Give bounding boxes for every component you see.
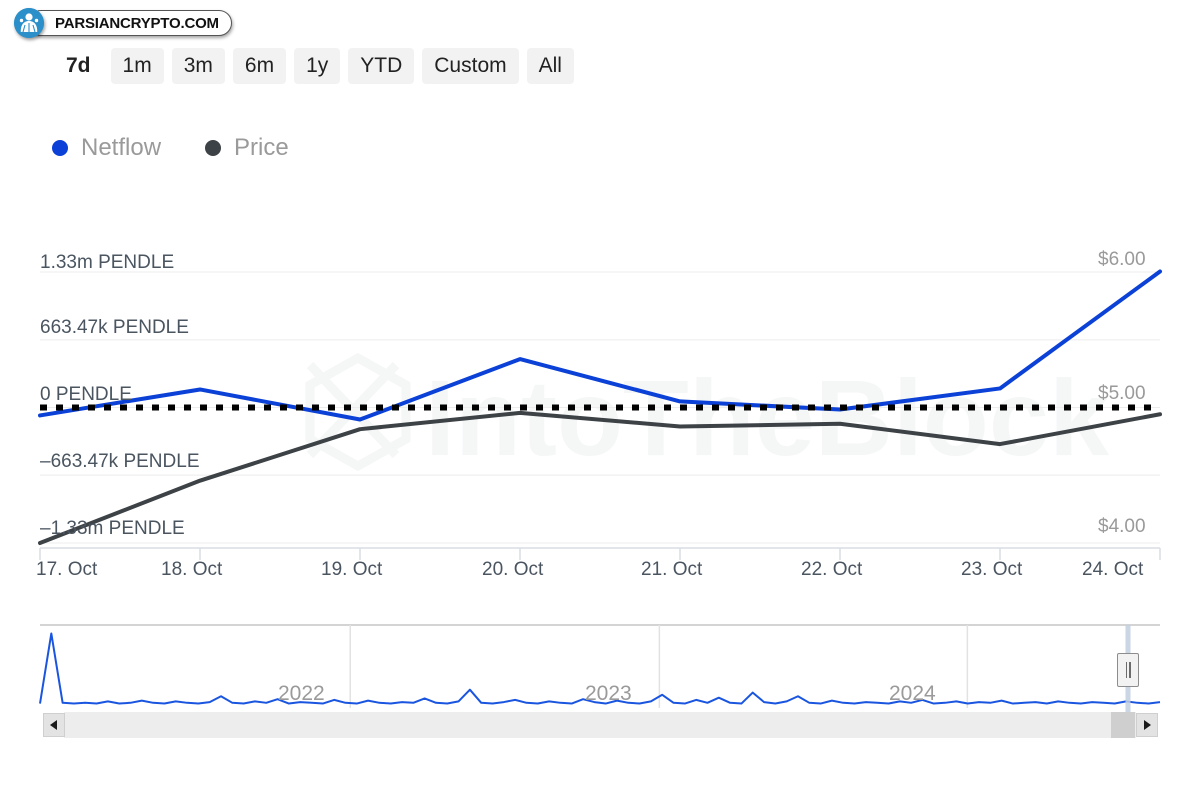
navigator-scroll-left-button[interactable] [43, 713, 65, 737]
navigator-year-2022: 2022 [278, 682, 325, 705]
x-axis-label-5: 22. Oct [801, 559, 863, 580]
range-button-7d[interactable]: 7d [54, 48, 103, 84]
y2-axis-label-0: $6.00 [1098, 249, 1146, 270]
parsiancrypto-logo-icon [14, 8, 44, 38]
x-axis-label-6: 23. Oct [961, 559, 1023, 580]
legend-label-netflow: Netflow [81, 134, 162, 161]
range-button-1y[interactable]: 1y [294, 48, 341, 84]
grip-handle-icon [1125, 662, 1127, 678]
range-selector: 7d 1m 3m 6m 1y YTD Custom All [54, 48, 574, 84]
range-button-all[interactable]: All [526, 48, 574, 84]
legend-item-price[interactable]: Price [205, 134, 289, 162]
navigator-year-2024: 2024 [889, 682, 936, 705]
navigator-scroll-right-button[interactable] [1136, 713, 1158, 737]
grip-handle-icon [1129, 662, 1131, 678]
range-button-custom[interactable]: Custom [422, 48, 519, 84]
y2-axis-label-2: $4.00 [1098, 516, 1146, 537]
y-axis-label-4: –1.33m PENDLE [40, 518, 185, 539]
legend-dot-icon [52, 140, 68, 156]
y2-axis-label-1: $5.00 [1098, 383, 1146, 404]
chart-legend: Netflow Price [52, 134, 289, 162]
chart-page: PARSIANCRYPTO.COM 7d 1m 3m 6m 1y YTD Cus… [0, 0, 1200, 800]
y-axis-label-0: 1.33m PENDLE [40, 252, 175, 273]
chart-plot-area[interactable]: IntoTheBlock 1.33m PENDLE 663.47k PENDLE… [0, 0, 1200, 800]
x-axis-label-0: 17. Oct [36, 559, 98, 580]
legend-item-netflow[interactable]: Netflow [52, 134, 161, 162]
chart-canvas: IntoTheBlock [38, 269, 1162, 738]
chevron-right-icon [1144, 720, 1151, 730]
y-axis-label-3: –663.47k PENDLE [40, 451, 200, 472]
x-axis-label-3: 20. Oct [482, 559, 544, 580]
range-button-6m[interactable]: 6m [232, 48, 287, 84]
y-axis-label-1: 663.47k PENDLE [40, 317, 189, 338]
parsiancrypto-watermark: PARSIANCRYPTO.COM [14, 8, 232, 38]
watermark-label: PARSIANCRYPTO.COM [28, 10, 232, 36]
x-axis-label-1: 18. Oct [161, 559, 223, 580]
navigator-year-2023: 2023 [585, 682, 632, 705]
x-axis-label-2: 19. Oct [321, 559, 383, 580]
range-button-1m[interactable]: 1m [110, 48, 164, 84]
x-axis-label-7: 24. Oct [1082, 559, 1144, 580]
chevron-left-icon [50, 720, 57, 730]
svg-text:IntoTheBlock: IntoTheBlock [425, 357, 1110, 478]
legend-label-price: Price [234, 134, 289, 161]
x-axis-label-4: 21. Oct [641, 559, 703, 580]
legend-dot-icon [205, 140, 222, 156]
y-axis-label-2: 0 PENDLE [40, 384, 132, 405]
range-button-3m[interactable]: 3m [171, 48, 225, 84]
navigator-right-handle[interactable] [1117, 653, 1139, 687]
range-button-ytd[interactable]: YTD [348, 48, 415, 84]
